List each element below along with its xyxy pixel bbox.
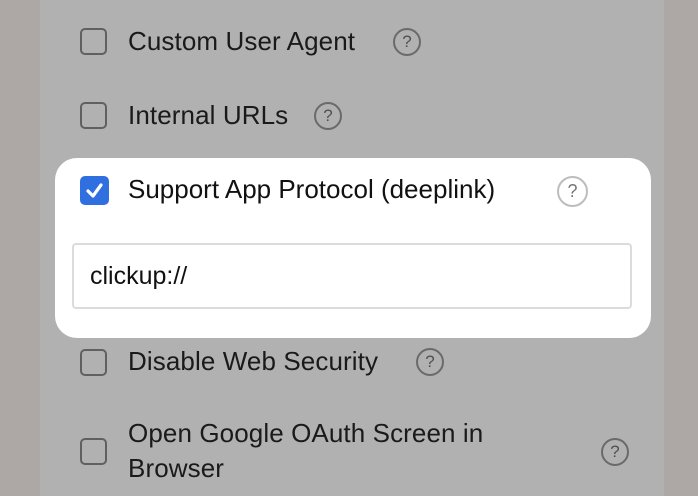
open-google-oauth-checkbox[interactable] <box>80 438 107 465</box>
support-app-protocol-label: Support App Protocol (deeplink) <box>128 174 496 204</box>
open-google-oauth-label-line1: Open Google OAuth Screen in <box>128 418 484 448</box>
internal-urls-label: Internal URLs <box>128 100 289 130</box>
custom-user-agent-label: Custom User Agent <box>128 26 356 56</box>
disable-web-security-help-icon[interactable]: ? <box>416 348 444 376</box>
internal-urls-checkbox[interactable] <box>80 102 107 129</box>
custom-user-agent-checkbox[interactable] <box>80 28 107 55</box>
checkmark-icon <box>86 183 103 198</box>
support-app-protocol-help-icon[interactable]: ? <box>557 176 588 207</box>
open-google-oauth-help-icon[interactable]: ? <box>601 438 629 466</box>
app-protocol-input[interactable] <box>72 243 632 309</box>
disable-web-security-checkbox[interactable] <box>80 349 107 376</box>
custom-user-agent-help-icon[interactable]: ? <box>393 28 421 56</box>
internal-urls-help-icon[interactable]: ? <box>314 102 342 130</box>
open-google-oauth-label-line2: Browser <box>128 453 225 483</box>
support-app-protocol-checkbox[interactable] <box>80 176 109 205</box>
disable-web-security-label: Disable Web Security <box>128 346 379 376</box>
